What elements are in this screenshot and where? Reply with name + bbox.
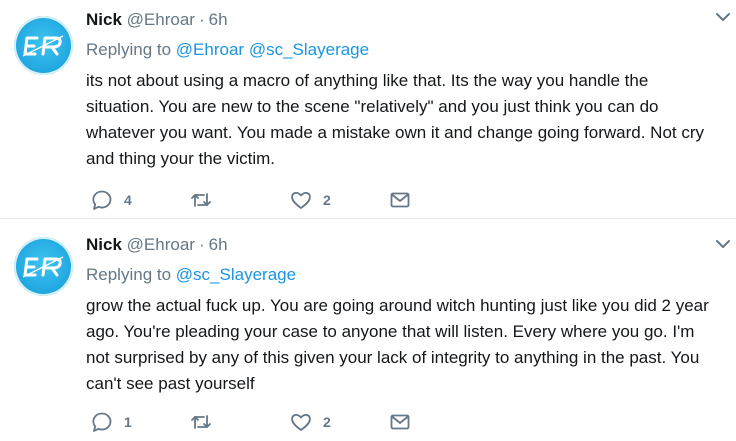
reply-icon xyxy=(92,190,112,210)
avatar[interactable] xyxy=(14,16,73,75)
direct-message-button[interactable] xyxy=(389,189,411,211)
retweet-button[interactable] xyxy=(190,189,223,211)
heart-icon xyxy=(291,414,311,431)
author-handle[interactable]: @Ehroar xyxy=(127,235,195,254)
like-button[interactable]: 2 xyxy=(290,189,331,211)
timestamp[interactable]: 6h xyxy=(209,10,228,29)
mention-link[interactable]: @sc_Slayerage xyxy=(249,40,369,59)
tweet-header: Nick @Ehroar · 6h xyxy=(86,8,722,32)
heart-icon xyxy=(291,192,311,209)
like-count: 2 xyxy=(323,414,331,430)
author-name[interactable]: Nick xyxy=(86,10,122,29)
logo-icon xyxy=(22,34,63,57)
retweet-button[interactable] xyxy=(190,411,223,433)
mention-link[interactable]: @Ehroar xyxy=(176,40,244,59)
author-handle[interactable]: @Ehroar xyxy=(127,10,195,29)
reply-button[interactable]: 1 xyxy=(91,411,132,433)
like-button[interactable]: 2 xyxy=(290,411,331,433)
separator-dot: · xyxy=(198,235,205,254)
separator-dot: · xyxy=(198,10,205,29)
replying-prefix: Replying to xyxy=(86,265,172,284)
mention-link[interactable]: @sc_Slayerage xyxy=(176,265,296,284)
like-count: 2 xyxy=(323,192,331,208)
tweet[interactable]: Nick @Ehroar · 6h Replying to @Ehroar @sc_… xyxy=(0,0,736,219)
logo-icon xyxy=(22,255,63,278)
author-name[interactable]: Nick xyxy=(86,235,122,254)
replying-to: Replying to @sc_Slayerage xyxy=(86,263,722,287)
timestamp[interactable]: 6h xyxy=(209,235,228,254)
direct-message-button[interactable] xyxy=(389,411,411,433)
reply-button[interactable]: 4 xyxy=(91,189,132,211)
replying-prefix: Replying to xyxy=(86,40,172,59)
chevron-down-icon[interactable] xyxy=(714,8,732,26)
tweet-text: grow the actual fuck up. You are going a… xyxy=(86,296,709,393)
replying-to: Replying to @Ehroar @sc_Slayerage xyxy=(86,38,722,62)
tweet-header: Nick @Ehroar · 6h xyxy=(86,233,722,257)
retweet-icon xyxy=(191,193,211,207)
tweet[interactable]: Nick @Ehroar · 6h Replying to @sc_Slayerag… xyxy=(0,219,736,441)
retweet-icon xyxy=(191,415,211,429)
chevron-down-icon[interactable] xyxy=(714,235,732,253)
avatar[interactable] xyxy=(14,237,73,296)
envelope-icon xyxy=(390,414,410,430)
reply-icon xyxy=(92,412,112,432)
reply-count: 4 xyxy=(124,192,132,208)
envelope-icon xyxy=(390,192,410,208)
tweet-text: its not about using a macro of anything … xyxy=(86,71,705,168)
reply-count: 1 xyxy=(124,414,132,430)
